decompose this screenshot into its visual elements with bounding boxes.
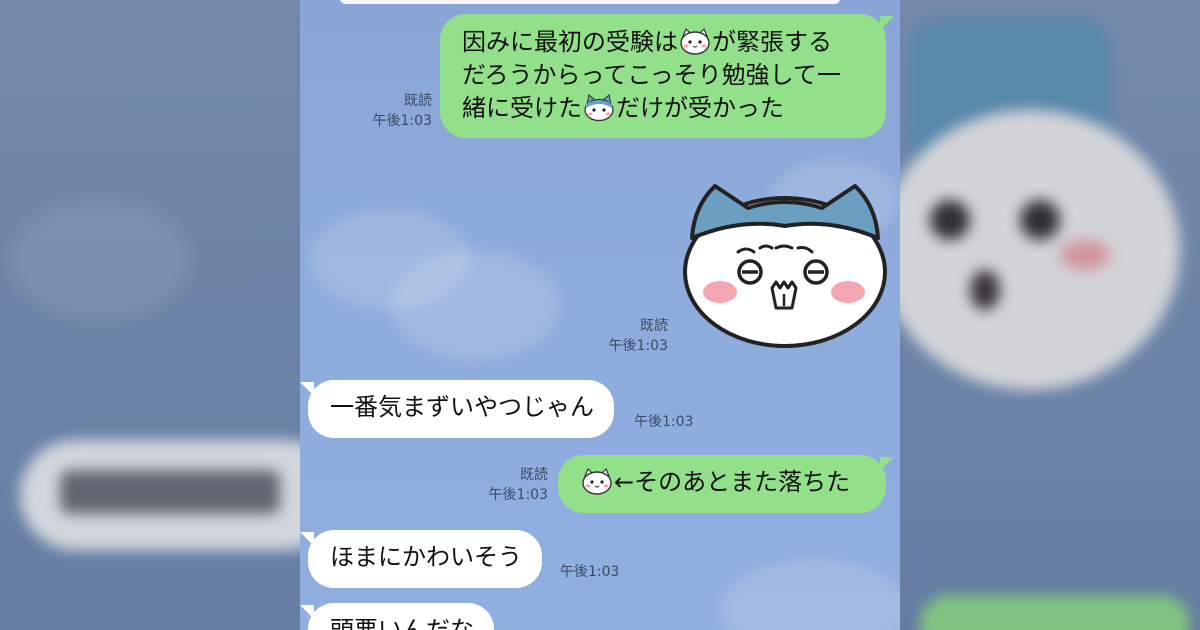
white-cat-blue-hat-sticker[interactable] bbox=[680, 168, 890, 350]
white-cat-emoji bbox=[680, 27, 710, 55]
chat-view[interactable]: 既読 午後1:03 因みに最初の受験は が緊張する だろうからってこっそり勉強し… bbox=[300, 0, 900, 630]
read-receipt: 既読 bbox=[404, 93, 432, 109]
message-text: だろうからってこっそり勉強して一 bbox=[462, 61, 841, 89]
read-receipt: 既読 bbox=[520, 467, 548, 483]
message-text: 緒に受けた bbox=[462, 94, 582, 122]
timestamp: 午後1:03 bbox=[634, 414, 694, 430]
message-text: が緊張する bbox=[712, 28, 832, 56]
timestamp: 午後1:03 bbox=[608, 338, 668, 354]
message-meta: 既読 午後1:03 bbox=[360, 91, 432, 131]
blurred-background-left bbox=[0, 0, 300, 630]
message-text: 頭悪いんだな bbox=[330, 616, 474, 630]
message-meta: 既読 午後1:03 bbox=[476, 465, 548, 505]
message-meta: 既読 午後1:03 bbox=[596, 316, 668, 356]
hachiware-emoji bbox=[584, 93, 614, 122]
timestamp: 午後1:03 bbox=[488, 487, 548, 503]
outgoing-message-bubble[interactable]: 因みに最初の受験は が緊張する だろうからってこっそり勉強して一 緒に受けた だ… bbox=[440, 14, 894, 138]
read-receipt: 既読 bbox=[640, 318, 668, 334]
incoming-message-bubble[interactable]: ほまにかわいそう bbox=[300, 530, 542, 588]
previous-message-edge bbox=[340, 0, 840, 4]
message-text: 一番気まずいやつじゃん bbox=[330, 393, 594, 421]
timestamp: 午後1:03 bbox=[372, 113, 432, 129]
incoming-message-bubble[interactable]: 頭悪いんだな bbox=[300, 603, 494, 630]
message-text: だけが受かった bbox=[616, 94, 784, 122]
message-text: ほまにかわいそう bbox=[330, 543, 522, 571]
timestamp: 午後1:03 bbox=[560, 564, 620, 580]
message-text: 因みに最初の受験は bbox=[462, 28, 678, 56]
white-cat-emoji bbox=[582, 467, 612, 495]
outgoing-message-bubble[interactable]: ←そのあとまた落ちた bbox=[558, 455, 894, 513]
blurred-background-right bbox=[900, 0, 1200, 630]
message-text: ←そのあとまた落ちた bbox=[614, 468, 851, 496]
incoming-message-bubble[interactable]: 一番気まずいやつじゃん bbox=[300, 380, 614, 438]
